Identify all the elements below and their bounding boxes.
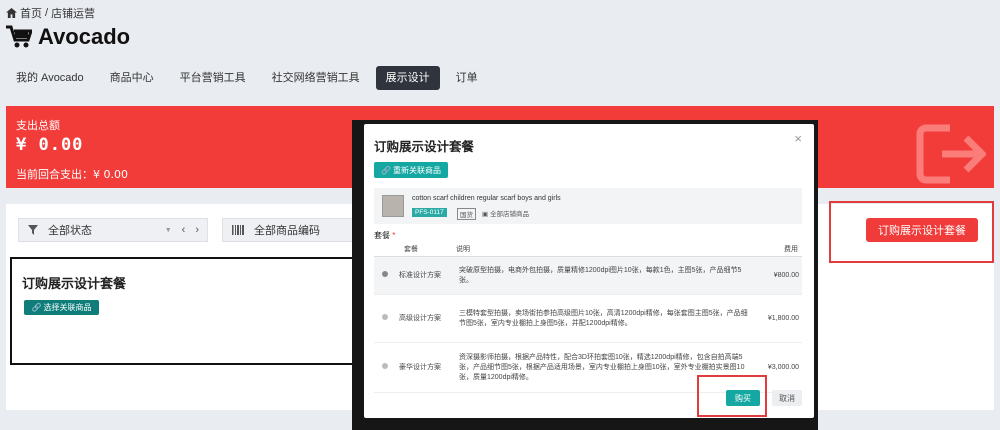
home-icon[interactable] (6, 8, 17, 18)
package-description: 突破原型拍摄，电商外包拍摄，质量精修1200dpi图片10张，每款1色，主图5张… (456, 256, 752, 295)
sku-filter-value: 全部商品编码 (254, 225, 320, 237)
background-order-dialog: 订购展示设计套餐 🔗 选择关联商品 (10, 257, 360, 365)
reselect-product-button[interactable]: 🔗 重新关联商品 (374, 162, 448, 178)
breadcrumb: 首页 / 店铺运营 (6, 5, 95, 21)
package-label: 套餐 * (374, 230, 395, 241)
next-arrow-icon[interactable]: › (195, 224, 199, 236)
package-name: 高级设计方案 (396, 294, 456, 343)
breadcrumb-separator: / (45, 7, 49, 19)
package-label-text: 套餐 (374, 231, 390, 240)
radio-button[interactable] (382, 363, 388, 369)
modal-title: 订购展示设计套餐 (374, 140, 475, 154)
radio-button[interactable] (382, 314, 388, 320)
product-store-label: 全部店铺商品 (489, 211, 529, 218)
background-dialog-title: 订购展示设计套餐 (22, 276, 127, 291)
tab-orders[interactable]: 订单 (446, 66, 488, 90)
page-title: Avocado (6, 24, 130, 50)
store-icon: ▣ (482, 211, 489, 218)
package-price: ¥1,800.00 (752, 294, 802, 343)
cart-icon (6, 25, 32, 48)
package-radio-cell (374, 294, 396, 343)
package-row[interactable]: 高级设计方案 三模特套型拍摄，卖场街拍参拍高级图片10张，高清1200dpi精修… (374, 294, 802, 343)
package-name: 标准设计方案 (396, 256, 456, 295)
barcode-icon (232, 225, 244, 235)
tab-my-avocado[interactable]: 我的 Avocado (6, 66, 94, 90)
order-design-modal: 订购展示设计套餐 × 🔗 重新关联商品 cotton scarf children… (364, 124, 814, 418)
package-radio-cell (374, 256, 396, 295)
chevron-down-icon: ▼ (164, 226, 172, 234)
tab-platform-marketing[interactable]: 平台营销工具 (170, 66, 256, 90)
tab-social-marketing[interactable]: 社交网络营销工具 (262, 66, 370, 90)
radio-column-header (374, 242, 396, 257)
column-price: 费用 (752, 242, 802, 257)
link-icon: 🔗 (31, 303, 42, 312)
selected-product-row: cotton scarf children regular scarf boys… (374, 188, 802, 224)
nav-tabs: 我的 Avocado 商品中心 平台营销工具 社交网络营销工具 展示设计 订单 (6, 66, 494, 90)
package-table-header: 套餐 说明 费用 (374, 242, 802, 257)
confirm-purchase-button[interactable]: 购买 (726, 390, 760, 406)
product-origin-badge: 国货 (457, 208, 476, 220)
filter-icon (28, 225, 38, 235)
breadcrumb-current: 店铺运营 (51, 8, 96, 20)
link-icon: 🔗 (381, 165, 391, 175)
package-table: 套餐 说明 费用 标准设计方案 突破原型拍摄，电商外包拍摄，质量精修1200dp… (374, 242, 802, 393)
product-name: cotton scarf children regular scarf boys… (412, 195, 561, 202)
reselect-product-label: 重新关联商品 (392, 165, 441, 175)
exit-icon (916, 124, 986, 184)
radio-button[interactable] (382, 271, 388, 277)
product-store-tag: ▣ 全部店铺商品 (482, 208, 529, 218)
cancel-button[interactable]: 取消 (772, 390, 802, 406)
select-product-label: 选择关联商品 (43, 303, 92, 312)
status-filter[interactable]: 全部状态 ▼ ‹ › (18, 218, 208, 242)
sku-filter[interactable]: 全部商品编码 (222, 218, 354, 242)
select-product-button[interactable]: 🔗 选择关联商品 (24, 300, 99, 315)
package-description: 三模特套型拍摄，卖场街拍参拍高级图片10张，高清1200dpi精修，每张套图主图… (456, 294, 752, 343)
product-thumbnail (382, 195, 404, 217)
breadcrumb-home[interactable]: 首页 (20, 5, 42, 21)
package-price: ¥800.00 (752, 256, 802, 295)
column-description: 说明 (456, 242, 752, 257)
close-icon[interactable]: × (794, 131, 802, 146)
order-design-package-button[interactable]: 订购展示设计套餐 (866, 218, 978, 242)
package-radio-cell (374, 342, 396, 393)
status-filter-value: 全部状态 (48, 225, 92, 237)
product-sku-badge: PFS-0117 (412, 208, 447, 217)
package-name: 豪华设计方案 (396, 342, 456, 393)
tab-display-design[interactable]: 展示设计 (375, 66, 440, 90)
total-expense-label: 支出总额 (16, 120, 60, 132)
total-expense-value: ¥ 0.00 (16, 135, 84, 155)
package-row[interactable]: 标准设计方案 突破原型拍摄，电商外包拍摄，质量精修1200dpi图片10张，每款… (374, 256, 802, 295)
prev-arrow-icon[interactable]: ‹ (182, 224, 186, 236)
required-mark: * (392, 231, 396, 240)
page-title-text: Avocado (38, 24, 131, 49)
column-package: 套餐 (396, 242, 456, 257)
current-round-expense: 当前回合支出：¥ 0.00 (16, 168, 128, 181)
tab-product-center[interactable]: 商品中心 (100, 66, 164, 90)
